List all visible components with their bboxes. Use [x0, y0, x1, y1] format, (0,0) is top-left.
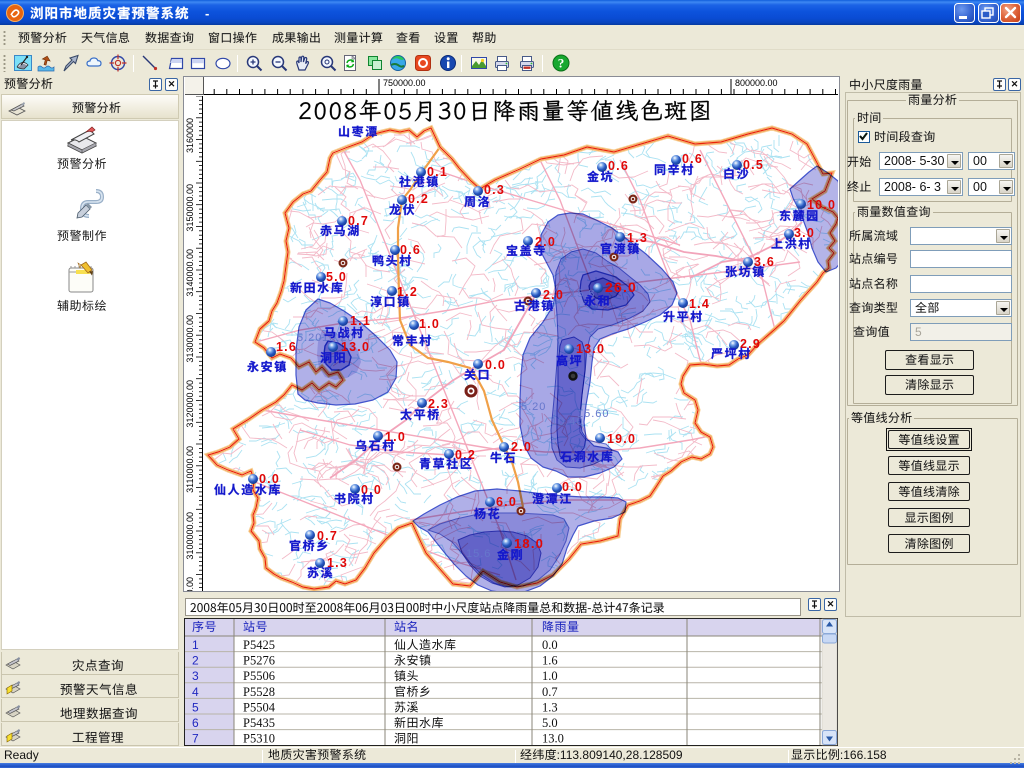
svg-text:3100000.00: 3100000.00: [185, 512, 195, 560]
svg-text:15.8: 15.8: [570, 288, 595, 300]
svg-text:15.6: 15.6: [466, 548, 491, 560]
svg-text:1.3: 1.3: [327, 556, 348, 570]
svg-text:13.0: 13.0: [576, 342, 605, 356]
svg-text:2.9: 2.9: [740, 337, 761, 351]
svg-text:0.2: 0.2: [455, 448, 476, 462]
svg-text:1.2: 1.2: [397, 285, 418, 299]
svg-text:18.0: 18.0: [514, 536, 544, 551]
svg-text:5.0: 5.0: [326, 270, 347, 284]
svg-text:0.6: 0.6: [608, 159, 629, 173]
svg-text:6.0: 6.0: [496, 495, 517, 509]
svg-text:0.7: 0.7: [348, 214, 369, 228]
svg-text:0.5: 0.5: [743, 158, 764, 172]
svg-text:0.0: 0.0: [259, 472, 280, 486]
svg-text:2.0: 2.0: [535, 235, 556, 249]
svg-text:3150000.00: 3150000.00: [185, 184, 195, 232]
svg-text:0.0: 0.0: [361, 483, 382, 497]
svg-text:3.0: 3.0: [794, 226, 815, 240]
svg-text:?: ?: [558, 56, 565, 71]
svg-text:0.1: 0.1: [427, 165, 448, 179]
svg-text:10.0: 10.0: [807, 198, 836, 212]
svg-text:1.3: 1.3: [627, 231, 648, 245]
svg-text:750000.00: 750000.00: [383, 78, 426, 88]
svg-text:26.0: 26.0: [605, 279, 637, 295]
svg-text:3140000.00: 3140000.00: [185, 249, 195, 297]
svg-text:1.0: 1.0: [419, 317, 440, 331]
svg-text:0.7: 0.7: [317, 529, 338, 543]
svg-text:2.0: 2.0: [511, 440, 532, 454]
svg-text:3130000.00: 3130000.00: [185, 315, 195, 363]
svg-text:800000.00: 800000.00: [735, 78, 778, 88]
svg-text:1.0: 1.0: [385, 430, 406, 444]
svg-text:2.3: 2.3: [428, 397, 449, 411]
svg-text:0.0: 0.0: [485, 358, 506, 372]
svg-text:3090000.00: 3090000.00: [185, 577, 195, 591]
svg-text:3110000.00: 3110000.00: [185, 446, 195, 493]
svg-text:10.40: 10.40: [551, 416, 584, 428]
svg-text:3120000.00: 3120000.00: [185, 380, 195, 428]
svg-text:1.4: 1.4: [689, 297, 710, 311]
svg-text:5.20: 5.20: [521, 401, 546, 413]
svg-text:2.0: 2.0: [543, 288, 564, 302]
svg-text:0.6: 0.6: [682, 152, 703, 166]
svg-text:0.3: 0.3: [484, 183, 505, 197]
svg-text:1.1: 1.1: [350, 314, 371, 328]
svg-text:0.0: 0.0: [562, 480, 583, 494]
svg-text:0.6: 0.6: [400, 243, 421, 257]
svg-text:19.0: 19.0: [607, 432, 636, 446]
svg-text:3160000: 3160000: [185, 118, 195, 153]
svg-text:5.20: 5.20: [297, 332, 322, 344]
svg-text:0.2: 0.2: [408, 192, 429, 206]
svg-text:13.0: 13.0: [341, 340, 370, 354]
svg-text:1.6: 1.6: [276, 340, 297, 354]
svg-text:3.6: 3.6: [754, 255, 775, 269]
